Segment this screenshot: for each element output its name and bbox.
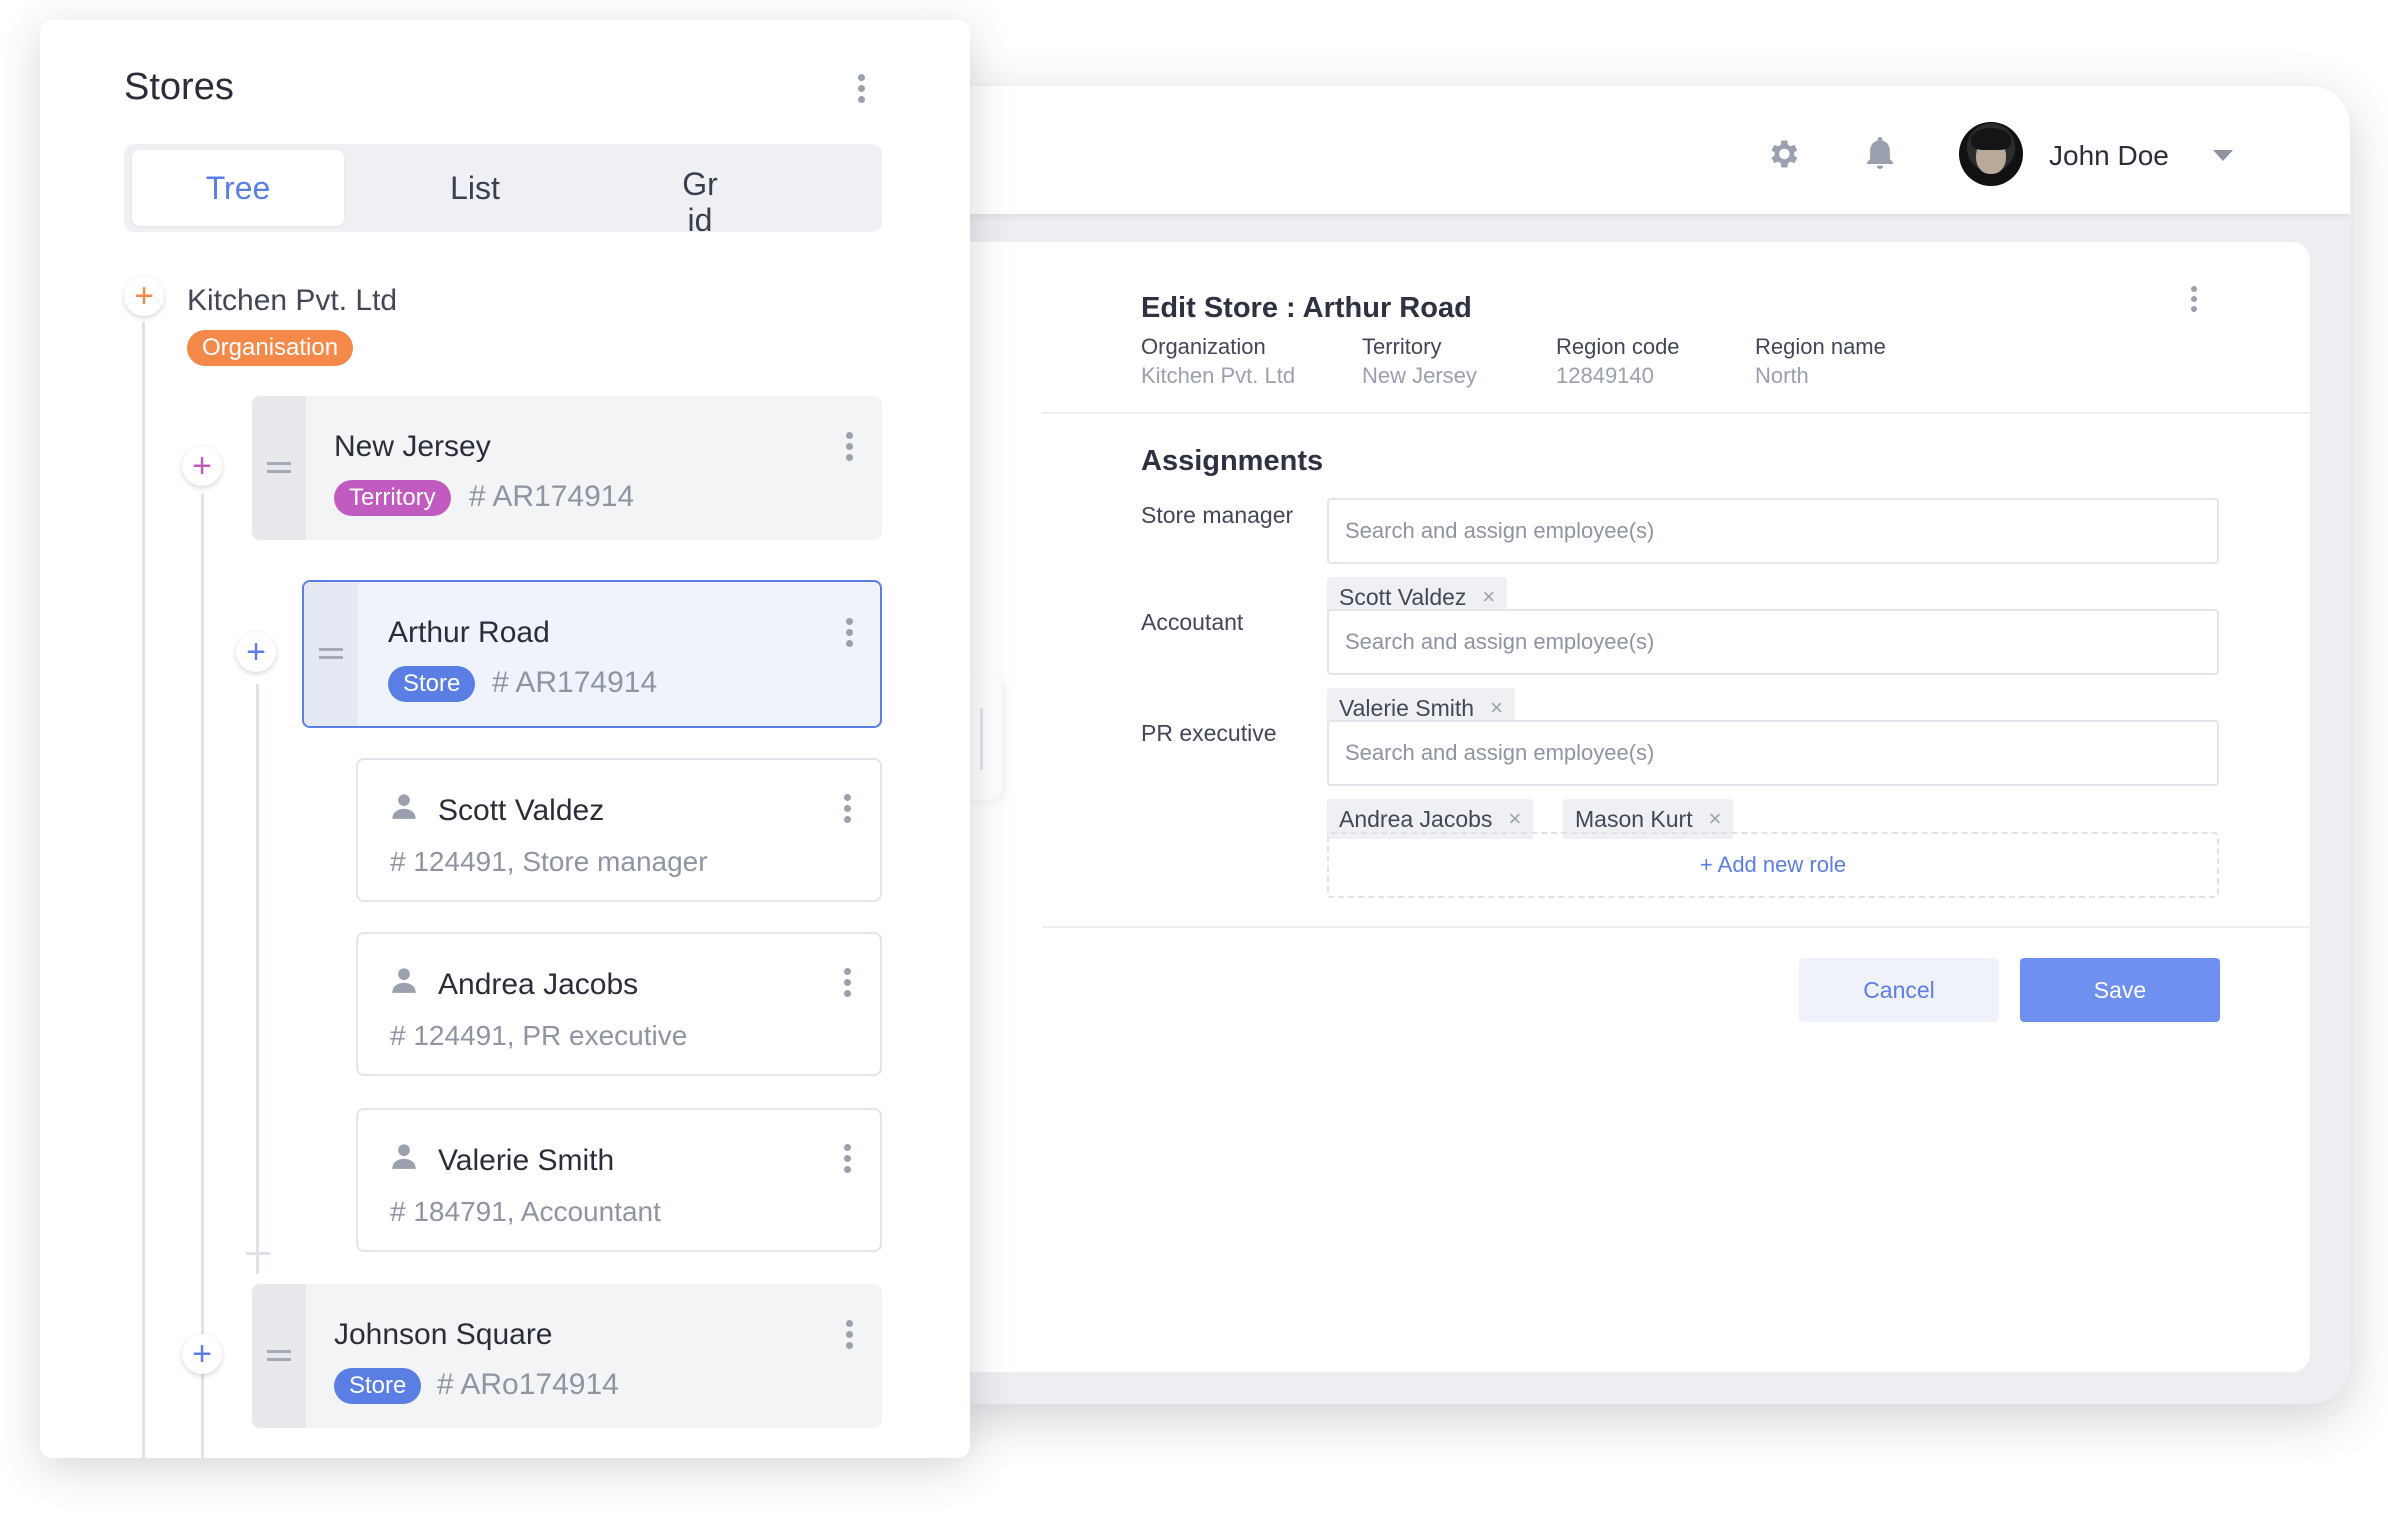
drag-handle-icon[interactable]	[304, 582, 358, 726]
user-name[interactable]: John Doe	[2049, 140, 2169, 172]
more-options-icon[interactable]	[844, 968, 852, 998]
user-icon	[392, 968, 416, 993]
employee-card[interactable]: Scott Valdez # 124491, Store manager	[356, 758, 882, 902]
employee-name: Andrea Jacobs	[438, 968, 639, 1001]
tree-line	[256, 684, 259, 1274]
chevron-down-icon[interactable]	[2213, 150, 2233, 161]
drag-handle-icon[interactable]	[252, 396, 306, 540]
employee-name: Scott Valdez	[438, 794, 605, 827]
save-button[interactable]: Save	[2020, 958, 2220, 1022]
meta-value-organization: Kitchen Pvt. Ltd	[1141, 363, 1296, 388]
more-options-icon[interactable]	[846, 432, 854, 462]
chip-label: Scott Valdez	[1339, 583, 1467, 610]
meta-label-region-code: Region code	[1556, 334, 1680, 359]
close-icon[interactable]: ×	[1482, 584, 1495, 610]
territory-name: New Jersey	[334, 430, 491, 463]
tab-tree[interactable]: Tree	[132, 150, 344, 226]
territory-node[interactable]: New Jersey Territory # AR174914	[252, 396, 882, 540]
employee-detail: # 184791, Accountant	[390, 1196, 661, 1227]
employee-card[interactable]: Andrea Jacobs # 124491, PR executive	[356, 932, 882, 1076]
user-icon	[392, 794, 416, 819]
more-options-icon[interactable]	[844, 794, 852, 824]
pr-executive-search-input[interactable]	[1327, 720, 2219, 786]
gear-icon[interactable]	[1765, 136, 1801, 172]
more-options-icon[interactable]	[858, 74, 866, 104]
store-code: # AR174914	[492, 666, 658, 699]
view-switcher: Tree List	[124, 144, 882, 232]
more-options-icon[interactable]	[844, 1144, 852, 1174]
accountant-search-input[interactable]	[1327, 609, 2219, 675]
close-icon[interactable]: ×	[1709, 806, 1722, 832]
employee-detail: # 124491, Store manager	[390, 846, 708, 877]
tab-list[interactable]: List	[369, 150, 581, 226]
employee-name: Valerie Smith	[438, 1144, 615, 1177]
add-new-role-button[interactable]: + Add new role	[1327, 832, 2219, 898]
more-options-icon[interactable]	[846, 618, 854, 648]
edit-store-window: John Doe Edit Store : Arthur Road Organi…	[940, 86, 2350, 1404]
top-bar: John Doe	[940, 86, 2350, 214]
territory-badge: Territory	[334, 480, 451, 516]
bell-icon[interactable]	[1862, 136, 1898, 172]
store-node[interactable]: Johnson Square Store # ARo174914	[252, 1284, 882, 1428]
drag-handle-icon[interactable]	[252, 1284, 306, 1428]
user-icon	[392, 1144, 416, 1169]
close-icon[interactable]: ×	[1490, 695, 1503, 721]
role-label-accountant: Accoutant	[1141, 609, 1244, 635]
avatar[interactable]	[1959, 122, 2023, 186]
expand-organisation-button[interactable]: +	[124, 276, 164, 316]
divider	[1042, 926, 2310, 928]
tree-line	[246, 1252, 270, 1255]
tree-line	[201, 494, 204, 1458]
chip-label: Mason Kurt	[1575, 805, 1693, 832]
store-manager-search-input[interactable]	[1327, 498, 2219, 564]
close-icon[interactable]: ×	[1508, 806, 1521, 832]
stores-panel: Stores Tree List Grid + Kitchen Pvt. Ltd…	[40, 20, 970, 1458]
tree-line	[142, 322, 145, 1458]
more-options-icon[interactable]	[2191, 286, 2199, 312]
panel-title: Stores	[124, 66, 234, 108]
store-badge: Store	[388, 666, 476, 702]
employee-detail: # 124491, PR executive	[390, 1020, 688, 1051]
organisation-badge: Organisation	[187, 330, 354, 366]
chip-label: Valerie Smith	[1339, 694, 1475, 721]
edit-title: Edit Store : Arthur Road	[1141, 292, 1472, 324]
role-label-store-manager: Store manager	[1141, 502, 1294, 528]
selected-store-node[interactable]: Arthur Road Store # AR174914	[302, 580, 882, 728]
divider	[1042, 412, 2310, 414]
store-name: Johnson Square	[334, 1318, 553, 1351]
cancel-button[interactable]: Cancel	[1799, 958, 1999, 1022]
store-badge: Store	[334, 1368, 422, 1404]
more-options-icon[interactable]	[846, 1320, 854, 1350]
expand-store-button[interactable]: +	[236, 632, 276, 672]
meta-value-territory: New Jersey	[1362, 363, 1477, 388]
meta-label-region-name: Region name	[1755, 334, 1886, 359]
expand-store-button[interactable]: +	[182, 1334, 222, 1374]
meta-label-organization: Organization	[1141, 334, 1266, 359]
store-name: Arthur Road	[388, 616, 550, 649]
chip-label: Andrea Jacobs	[1339, 805, 1493, 832]
organisation-name[interactable]: Kitchen Pvt. Ltd	[187, 284, 397, 318]
meta-value-region-code: 12849140	[1556, 363, 1654, 388]
expand-territory-button[interactable]: +	[182, 446, 222, 486]
meta-label-territory: Territory	[1362, 334, 1442, 359]
territory-code: # AR174914	[469, 480, 635, 513]
assignments-title: Assignments	[1141, 445, 1324, 477]
meta-value-region-name: North	[1755, 363, 1809, 388]
role-label-pr-executive: PR executive	[1141, 720, 1277, 746]
employee-card[interactable]: Valerie Smith # 184791, Accountant	[356, 1108, 882, 1252]
store-code: # ARo174914	[437, 1368, 619, 1401]
tab-grid[interactable]: Grid	[680, 166, 720, 238]
edit-store-card: Edit Store : Arthur Road Organization Ki…	[940, 242, 2310, 1372]
